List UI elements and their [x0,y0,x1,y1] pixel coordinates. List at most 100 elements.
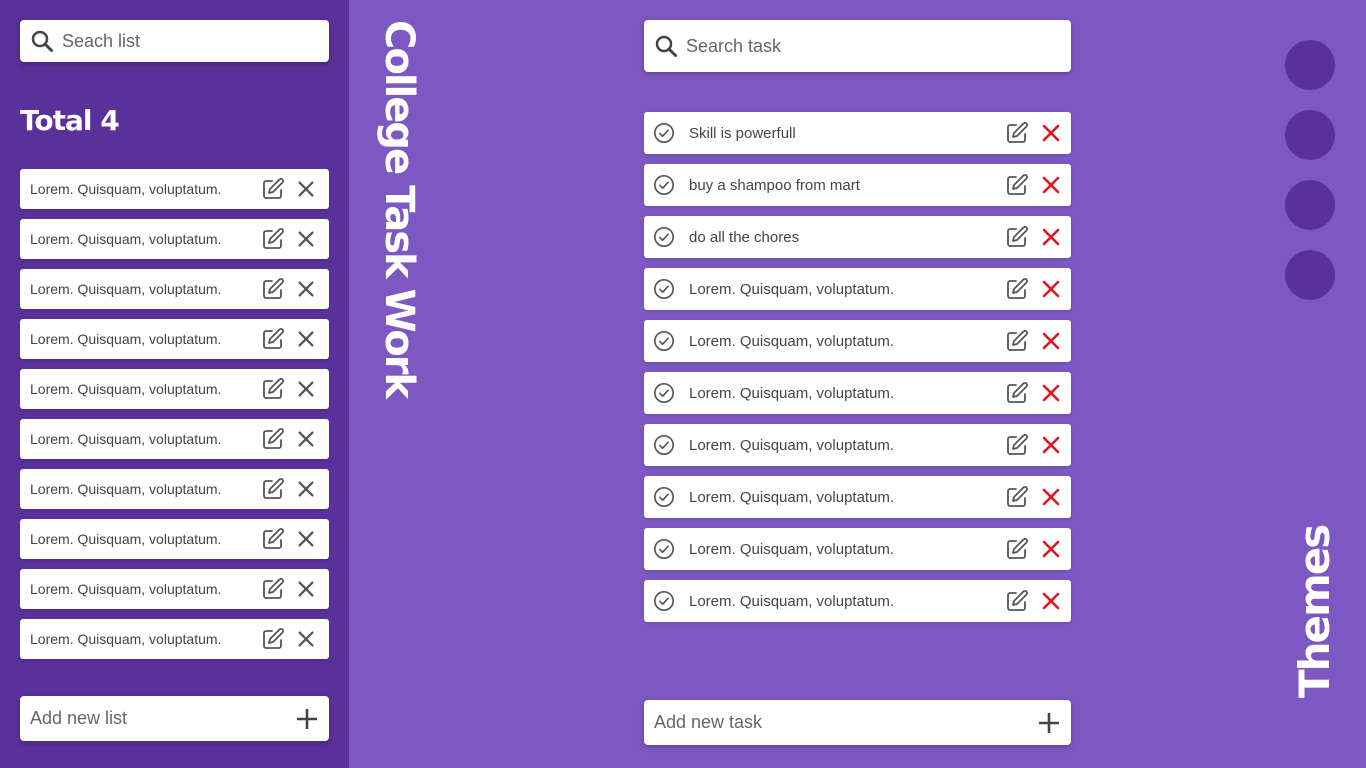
list-item-label: Lorem. Quisquam, voluptatum. [30,581,222,597]
task-item[interactable]: do all the chores [644,216,1071,258]
list-items: Lorem. Quisquam, voluptatum. Lorem. Quis… [20,169,329,669]
task-item-label: Lorem. Quisquam, voluptatum. [689,384,895,402]
list-item-label: Lorem. Quisquam, voluptatum. [30,331,222,347]
edit-icon[interactable] [261,177,285,201]
delete-icon[interactable] [1039,485,1063,509]
edit-icon[interactable] [1005,277,1029,301]
theme-swatch[interactable] [1285,180,1335,230]
delete-icon[interactable] [1039,277,1063,301]
delete-icon[interactable] [1039,173,1063,197]
edit-icon[interactable] [261,627,285,651]
delete-icon[interactable] [1039,433,1063,457]
delete-icon[interactable] [1039,381,1063,405]
task-item[interactable]: Skill is powerfull [644,112,1071,154]
task-item-label: buy a shampoo from mart [689,176,860,194]
check-circle-icon[interactable] [653,590,675,612]
list-item[interactable]: Lorem. Quisquam, voluptatum. [20,619,329,659]
list-item[interactable]: Lorem. Quisquam, voluptatum. [20,269,329,309]
add-list-input[interactable] [30,708,295,729]
theme-swatch[interactable] [1285,40,1335,90]
task-item[interactable]: Lorem. Quisquam, voluptatum. [644,268,1071,310]
close-icon[interactable] [295,378,317,400]
task-item[interactable]: Lorem. Quisquam, voluptatum. [644,476,1071,518]
task-item-label: Lorem. Quisquam, voluptatum. [689,332,895,350]
task-item[interactable]: Lorem. Quisquam, voluptatum. [644,372,1071,414]
list-search-box [20,20,329,62]
list-item[interactable]: Lorem. Quisquam, voluptatum. [20,469,329,509]
list-item[interactable]: Lorem. Quisquam, voluptatum. [20,169,329,209]
list-item[interactable]: Lorem. Quisquam, voluptatum. [20,369,329,409]
edit-icon[interactable] [1005,173,1029,197]
edit-icon[interactable] [261,327,285,351]
list-item-label: Lorem. Quisquam, voluptatum. [30,281,222,297]
list-search-input[interactable] [62,30,319,52]
plus-icon[interactable] [295,707,319,731]
list-item[interactable]: Lorem. Quisquam, voluptatum. [20,419,329,459]
list-item[interactable]: Lorem. Quisquam, voluptatum. [20,519,329,559]
check-circle-icon[interactable] [653,278,675,300]
close-icon[interactable] [295,478,317,500]
task-item[interactable]: Lorem. Quisquam, voluptatum. [644,528,1071,570]
task-item-label: Lorem. Quisquam, voluptatum. [689,436,895,454]
close-icon[interactable] [295,328,317,350]
add-task-input[interactable] [654,712,1037,733]
edit-icon[interactable] [261,277,285,301]
task-item[interactable]: Lorem. Quisquam, voluptatum. [644,320,1071,362]
delete-icon[interactable] [1039,537,1063,561]
check-circle-icon[interactable] [653,122,675,144]
edit-icon[interactable] [1005,121,1029,145]
search-icon [31,30,53,52]
edit-icon[interactable] [1005,329,1029,353]
check-circle-icon[interactable] [653,226,675,248]
search-icon [655,35,677,57]
task-item[interactable]: Lorem. Quisquam, voluptatum. [644,424,1071,466]
edit-icon[interactable] [261,577,285,601]
close-icon[interactable] [295,578,317,600]
task-item[interactable]: buy a shampoo from mart [644,164,1071,206]
plus-icon[interactable] [1037,711,1061,735]
close-icon[interactable] [295,528,317,550]
close-icon[interactable] [295,228,317,250]
task-item[interactable]: Lorem. Quisquam, voluptatum. [644,580,1071,622]
list-item[interactable]: Lorem. Quisquam, voluptatum. [20,219,329,259]
task-item-label: Lorem. Quisquam, voluptatum. [689,592,895,610]
list-item[interactable]: Lorem. Quisquam, voluptatum. [20,569,329,609]
edit-icon[interactable] [261,527,285,551]
page-title-wrapper: College Task Work [372,20,428,410]
list-item-label: Lorem. Quisquam, voluptatum. [30,181,222,197]
check-circle-icon[interactable] [653,330,675,352]
edit-icon[interactable] [1005,537,1029,561]
edit-icon[interactable] [1005,589,1029,613]
check-circle-icon[interactable] [653,538,675,560]
delete-icon[interactable] [1039,225,1063,249]
check-circle-icon[interactable] [653,382,675,404]
edit-icon[interactable] [261,227,285,251]
delete-icon[interactable] [1039,121,1063,145]
edit-icon[interactable] [1005,381,1029,405]
close-icon[interactable] [295,428,317,450]
page-title: College Task Work [376,20,422,398]
task-item-label: Lorem. Quisquam, voluptatum. [689,280,895,298]
close-icon[interactable] [295,628,317,650]
edit-icon[interactable] [1005,225,1029,249]
delete-icon[interactable] [1039,589,1063,613]
list-item-label: Lorem. Quisquam, voluptatum. [30,231,222,247]
close-icon[interactable] [295,278,317,300]
theme-swatch[interactable] [1285,250,1335,300]
list-item-label: Lorem. Quisquam, voluptatum. [30,631,222,647]
check-circle-icon[interactable] [653,486,675,508]
edit-icon[interactable] [1005,433,1029,457]
add-task-box [644,700,1071,745]
edit-icon[interactable] [1005,485,1029,509]
list-item[interactable]: Lorem. Quisquam, voluptatum. [20,319,329,359]
close-icon[interactable] [295,178,317,200]
edit-icon[interactable] [261,377,285,401]
edit-icon[interactable] [261,477,285,501]
edit-icon[interactable] [261,427,285,451]
add-list-box [20,696,329,741]
check-circle-icon[interactable] [653,434,675,456]
theme-swatch[interactable] [1285,110,1335,160]
check-circle-icon[interactable] [653,174,675,196]
delete-icon[interactable] [1039,329,1063,353]
task-search-input[interactable] [686,35,1061,57]
